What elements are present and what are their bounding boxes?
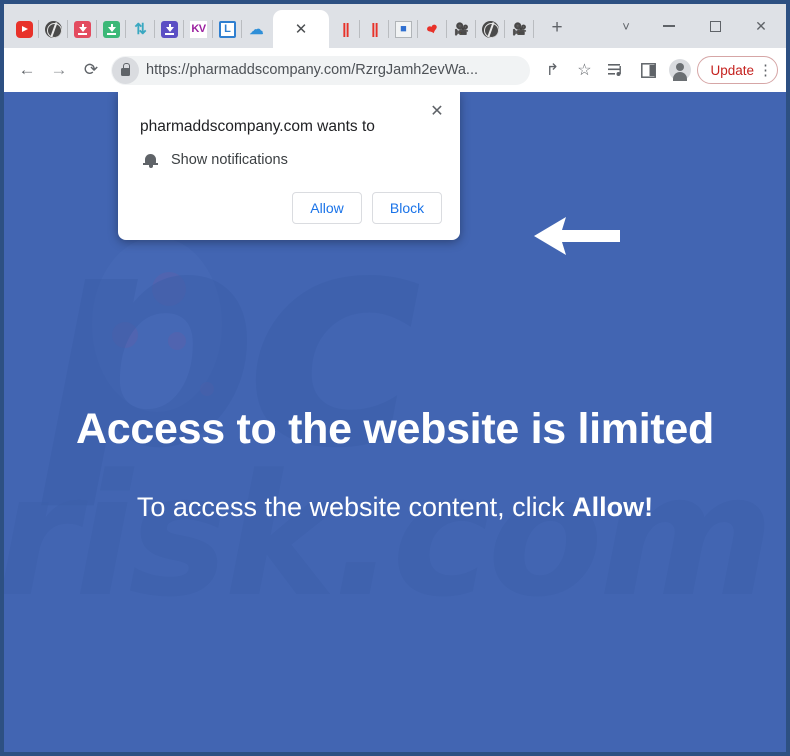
forward-button[interactable]: → [44, 55, 74, 85]
watermark-ellipse [92, 237, 222, 412]
download-purple-icon [161, 20, 178, 38]
share-icon[interactable]: ↱ [537, 55, 567, 85]
chrome-menu-icon[interactable]: ⋮ [758, 63, 773, 78]
pause-bars-2-favicon-tab[interactable]: || [360, 12, 389, 46]
page-headline: Access to the website is limited [75, 405, 714, 453]
globe-icon [482, 20, 499, 38]
back-button[interactable]: ← [12, 55, 42, 85]
update-button-label: Update [710, 62, 754, 78]
letter-l-icon: L [219, 20, 236, 38]
reading-list-icon[interactable] [601, 55, 631, 85]
new-tab-button[interactable]: + [540, 11, 574, 45]
puzzle-favicon-tab[interactable]: ■ [389, 12, 418, 46]
side-panel-glyph [641, 62, 656, 78]
dvd-camera-icon: 🎥 [512, 22, 527, 36]
tab-strip: ⇅ KV L ☁ ✕ || || ■ ❤ 🎥 🎥 + ˅ ✕ [4, 4, 786, 48]
page-subline-emphasis: Allow! [572, 492, 654, 522]
screenshot-root: ⇅ KV L ☁ ✕ || || ■ ❤ 🎥 🎥 + ˅ ✕ ← → ⟳ htt… [0, 0, 790, 756]
green-download-favicon-tab[interactable] [97, 12, 126, 46]
puzzle-piece-icon: ■ [395, 20, 412, 38]
dvd-camera-icon: 🎥 [454, 22, 469, 36]
close-icon[interactable]: ✕ [295, 22, 308, 37]
page-viewport: pc risk.com Access to the website is lim… [4, 92, 786, 752]
purple-download-favicon-tab[interactable] [155, 12, 184, 46]
red-bars-icon: || [371, 20, 378, 38]
tabs-area: ⇅ KV L ☁ ✕ || || ■ ❤ 🎥 🎥 + [4, 4, 606, 48]
address-bar[interactable]: https://pharmaddscompany.com/RzrgJamh2ev… [111, 55, 531, 85]
maximize-button[interactable] [692, 8, 738, 44]
heart-favicon-tab[interactable]: ❤ [418, 12, 447, 46]
watermark-dot [152, 272, 186, 306]
reload-button[interactable]: ⟳ [76, 55, 106, 85]
red-tag-icon: ❤ [424, 20, 441, 38]
watermark-secondary-text: risk.com [4, 438, 774, 634]
youtube-icon [16, 20, 33, 38]
left-arrow-annotation [532, 215, 622, 257]
globe-icon [45, 20, 62, 38]
left-arrow-icon [534, 217, 620, 255]
kv-icon: KV [190, 20, 207, 38]
bell-icon [143, 153, 158, 168]
url-text: https://pharmaddscompany.com/RzrgJamh2ev… [146, 62, 479, 78]
globe-2-favicon-tab[interactable] [476, 12, 505, 46]
tab-search-chevron-down-icon[interactable]: ˅ [606, 8, 646, 44]
l-favicon-tab[interactable]: L [213, 12, 242, 46]
download-red-icon [74, 20, 91, 38]
block-button[interactable]: Block [372, 192, 442, 224]
swap-favicon-tab[interactable]: ⇅ [126, 12, 155, 46]
dialog-title: pharmaddscompany.com wants to [140, 118, 375, 135]
side-panel-icon[interactable] [633, 55, 663, 85]
window-controls: ˅ ✕ [606, 4, 786, 48]
browser-window: ⇅ KV L ☁ ✕ || || ■ ❤ 🎥 🎥 + ˅ ✕ ← → ⟳ htt… [4, 4, 786, 752]
lock-icon [121, 63, 130, 76]
cloud-download-icon: ☁ [249, 21, 264, 37]
dialog-actions: Allow Block [140, 192, 442, 224]
dvd-camera-2-favicon-tab[interactable]: 🎥 [505, 12, 534, 46]
page-subline: To access the website content, click All… [4, 492, 786, 523]
page-subline-prefix: To access the website content, click [136, 492, 573, 522]
globe-favicon-tab[interactable] [39, 12, 68, 46]
kv-favicon-tab[interactable]: KV [184, 12, 213, 46]
profile-avatar[interactable] [669, 59, 692, 81]
cloud-download-favicon-tab[interactable]: ☁ [242, 12, 271, 46]
letter-l-icon-label: L [221, 22, 234, 36]
dvd-camera-favicon-tab[interactable]: 🎥 [447, 12, 476, 46]
notification-permission-dialog: ✕ pharmaddscompany.com wants to Show not… [118, 92, 460, 240]
minimize-button[interactable] [646, 8, 692, 44]
red-bars-icon: || [342, 20, 349, 38]
update-button[interactable]: Update ⋮ [697, 56, 778, 84]
red-download-favicon-tab[interactable] [68, 12, 97, 46]
allow-button[interactable]: Allow [292, 192, 362, 224]
dialog-close-icon[interactable]: ✕ [426, 100, 448, 122]
bookmark-star-icon[interactable]: ☆ [569, 55, 599, 85]
watermark-dot [200, 382, 214, 396]
site-info-button[interactable] [112, 56, 139, 84]
watermark-dot [112, 322, 138, 348]
pause-bars-favicon-tab[interactable]: || [331, 12, 360, 46]
permission-row: Show notifications [140, 152, 442, 168]
browser-toolbar: ← → ⟳ https://pharmaddscompany.com/RzrgJ… [4, 48, 786, 92]
watermark-dot [168, 332, 186, 350]
youtube-favicon-tab[interactable] [10, 12, 39, 46]
kv-icon-label: KV [191, 22, 206, 35]
active-tab[interactable]: ✕ [273, 10, 329, 48]
swap-arrows-icon: ⇅ [134, 20, 147, 38]
reading-list-glyph [607, 63, 621, 76]
permission-label: Show notifications [171, 152, 288, 168]
close-window-button[interactable]: ✕ [738, 8, 784, 44]
download-green-icon [103, 20, 120, 38]
